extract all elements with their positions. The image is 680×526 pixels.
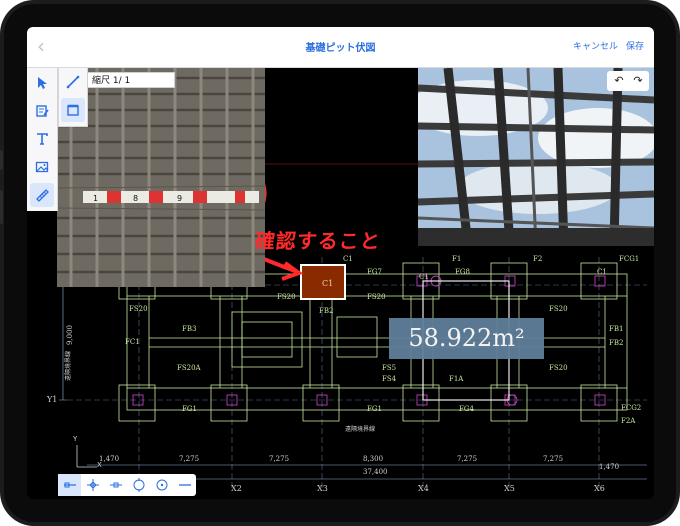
- member-label: C1: [419, 273, 429, 281]
- member-label: FG1: [182, 405, 197, 413]
- member-label: FC1: [125, 338, 140, 346]
- select-arrow-icon[interactable]: [30, 71, 54, 95]
- undo-redo-group: ↶ ↷: [607, 71, 649, 91]
- member-label: FB2: [609, 339, 624, 347]
- app-screen: C1 C1 FG7 C1 F1 FG8 F2 C1 FCG1 FS20 FB3 …: [27, 27, 654, 499]
- snap-line-icon[interactable]: [173, 474, 196, 496]
- dimension-label: 1,470: [99, 455, 120, 463]
- member-label: FG8: [455, 268, 470, 276]
- dimension-label: 7,275: [179, 455, 200, 463]
- boundary-label: 遠隔境界線: [65, 350, 72, 381]
- snap-circle-icon[interactable]: [127, 474, 150, 496]
- axis-y-label: Y: [73, 435, 78, 443]
- scale-indicator[interactable]: 縮尺 1/ 1: [87, 72, 175, 88]
- dimension-label: 1,470: [599, 463, 620, 471]
- snap-toolbar: [58, 474, 196, 496]
- edit-note-icon[interactable]: [30, 99, 54, 123]
- measure-ruler-icon[interactable]: [30, 183, 54, 207]
- member-label: F2A: [621, 417, 636, 425]
- measurement-area-label[interactable]: 58.922m²: [389, 318, 544, 359]
- dimension-label: 7,275: [457, 455, 478, 463]
- grid-label-x2: X2: [231, 484, 242, 493]
- undo-icon[interactable]: ↶: [610, 73, 628, 89]
- drawing-toolbar: [27, 68, 58, 211]
- tablet-frame: C1 C1 FG7 C1 F1 FG8 F2 C1 FCG1 FS20 FB3 …: [0, 0, 680, 526]
- svg-text:1: 1: [93, 194, 98, 203]
- grid-label-x6: X6: [594, 484, 605, 493]
- member-label: FS4: [382, 375, 397, 383]
- member-label: FCG2: [621, 404, 642, 412]
- measure-length-icon[interactable]: [61, 70, 85, 94]
- dimension-label: 8,300: [363, 455, 384, 463]
- measure-area-icon[interactable]: [61, 98, 85, 122]
- measure-subtoolbar: [58, 68, 88, 127]
- navigation-bar: ‹ 基礎ピット伏図 キャンセル 保存: [27, 27, 654, 68]
- redo-icon[interactable]: ↷: [629, 73, 647, 89]
- save-button[interactable]: 保存: [626, 39, 644, 52]
- member-label: F2: [533, 255, 543, 263]
- member-label: FS20: [549, 364, 568, 372]
- side-dimension-label: 9,000: [66, 324, 75, 346]
- member-label: FG7: [367, 268, 382, 276]
- snap-midpoint-icon[interactable]: [104, 474, 127, 496]
- boundary-label: 遠隔境界線: [345, 426, 376, 433]
- snap-endpoint-icon[interactable]: [58, 474, 81, 496]
- snap-center-icon[interactable]: [150, 474, 173, 496]
- member-label: F1A: [449, 375, 464, 383]
- image-tool-icon[interactable]: [30, 155, 54, 179]
- member-label: F1: [452, 255, 462, 263]
- grid-label-x5: X5: [504, 484, 515, 493]
- member-label: FS20: [277, 293, 296, 301]
- side-button: [0, 150, 3, 170]
- cancel-button[interactable]: キャンセル: [573, 39, 618, 52]
- page-title: 基礎ピット伏図: [305, 43, 376, 54]
- grid-label-x3: X3: [317, 484, 328, 493]
- member-label: FS20A: [177, 364, 201, 372]
- highlight-member-label: C1: [322, 279, 334, 288]
- member-label: FB2: [319, 307, 334, 315]
- grid-label-y1: Y1: [47, 395, 58, 404]
- side-button: [0, 190, 3, 224]
- member-label: FB1: [609, 325, 624, 333]
- member-label: FS20: [549, 305, 568, 313]
- member-label: FS5: [382, 364, 397, 372]
- member-label: C1: [343, 255, 353, 263]
- dimension-label: 7,275: [543, 455, 564, 463]
- axis-x-label: X: [97, 461, 102, 469]
- attached-photo-rebar-closeup[interactable]: 1 8 9: [57, 68, 265, 287]
- attached-photo-rebar-sky[interactable]: [418, 68, 654, 246]
- member-label: FG4: [459, 405, 474, 413]
- member-label: C1: [597, 268, 607, 276]
- grid-label-x4: X4: [418, 484, 429, 493]
- member-label: FB3: [182, 325, 197, 333]
- member-label: FG1: [367, 405, 382, 413]
- annotation-text[interactable]: 確認すること: [253, 225, 383, 254]
- snap-intersection-icon[interactable]: [81, 474, 104, 496]
- text-tool-icon[interactable]: [30, 127, 54, 151]
- member-label: FCG1: [619, 255, 640, 263]
- svg-text:9: 9: [177, 194, 182, 203]
- member-label: FS20: [129, 305, 148, 313]
- total-dimension-label: 37,400: [363, 468, 388, 476]
- member-label: FS20: [367, 293, 386, 301]
- dimension-label: 7,275: [269, 455, 290, 463]
- svg-text:8: 8: [133, 194, 138, 203]
